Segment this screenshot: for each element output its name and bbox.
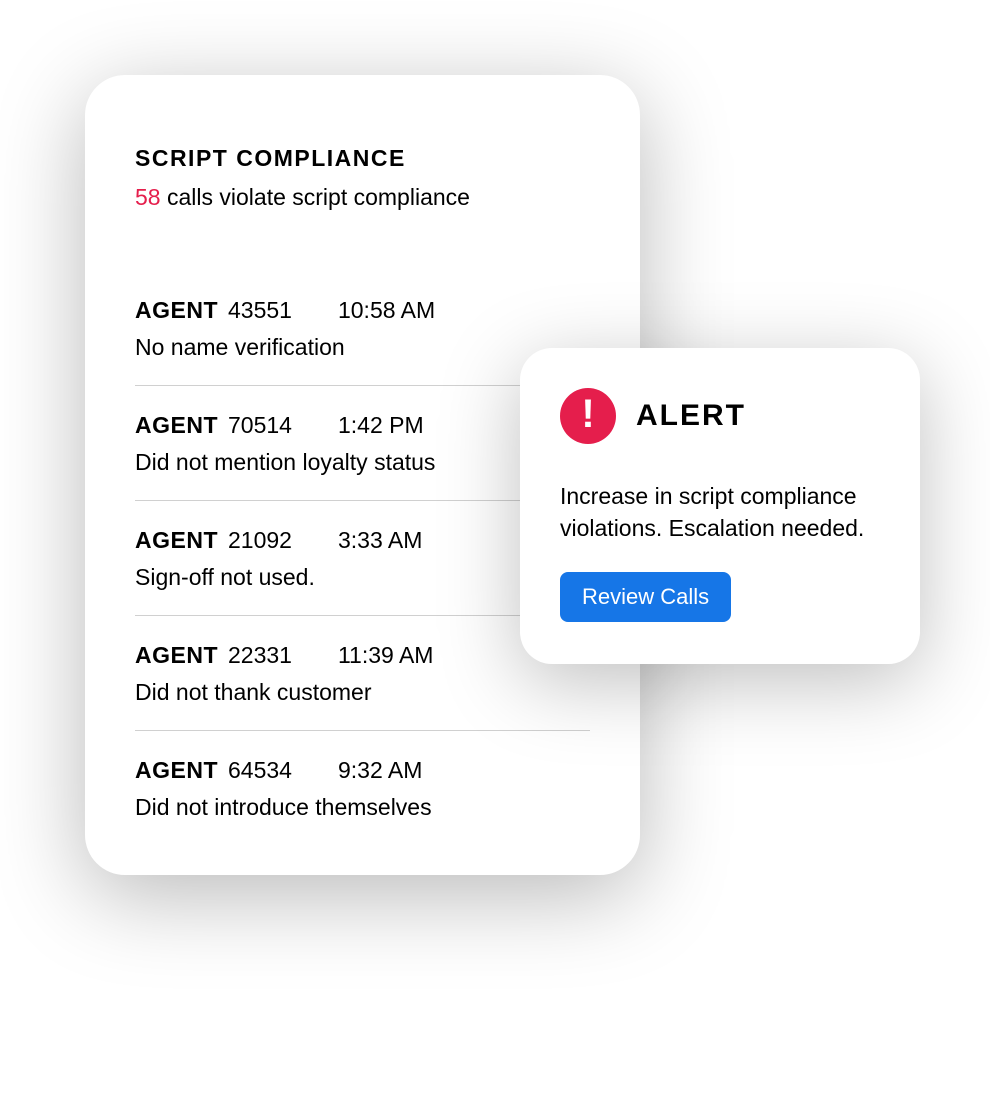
agent-label: AGENT [135,297,218,324]
agent-id: 70514 [228,412,292,439]
timestamp: 11:39 AM [338,642,433,669]
timestamp: 1:42 PM [338,412,424,439]
agent-id: 64534 [228,757,292,784]
agent-label: AGENT [135,527,218,554]
violation-row[interactable]: AGENT 64534 9:32 AM Did not introduce th… [135,731,590,845]
alert-title: ALERT [636,399,746,433]
row-header: AGENT 22331 11:39 AM [135,642,590,669]
alert-icon: ! [560,388,616,444]
agent-id: 21092 [228,527,292,554]
timestamp: 10:58 AM [338,297,435,324]
violation-count: 58 [135,184,161,210]
agent-label: AGENT [135,642,218,669]
violation-text: Did not introduce themselves [135,794,590,821]
alert-card: ! ALERT Increase in script compliance vi… [520,348,920,664]
timestamp: 3:33 AM [338,527,422,554]
violation-text: Did not thank customer [135,679,590,706]
agent-id: 43551 [228,297,292,324]
agent-id: 22331 [228,642,292,669]
review-calls-button[interactable]: Review Calls [560,572,731,622]
alert-header: ! ALERT [560,388,880,444]
row-header: AGENT 64534 9:32 AM [135,757,590,784]
agent-label: AGENT [135,757,218,784]
card-title: SCRIPT COMPLIANCE [135,145,590,172]
row-header: AGENT 43551 10:58 AM [135,297,590,324]
agent-label: AGENT [135,412,218,439]
timestamp: 9:32 AM [338,757,422,784]
violation-text: No name verification [135,334,590,361]
alert-body: Increase in script compliance violations… [560,480,880,544]
card-subtitle: 58 calls violate script compliance [135,184,590,211]
subtitle-text: calls violate script compliance [161,184,470,210]
